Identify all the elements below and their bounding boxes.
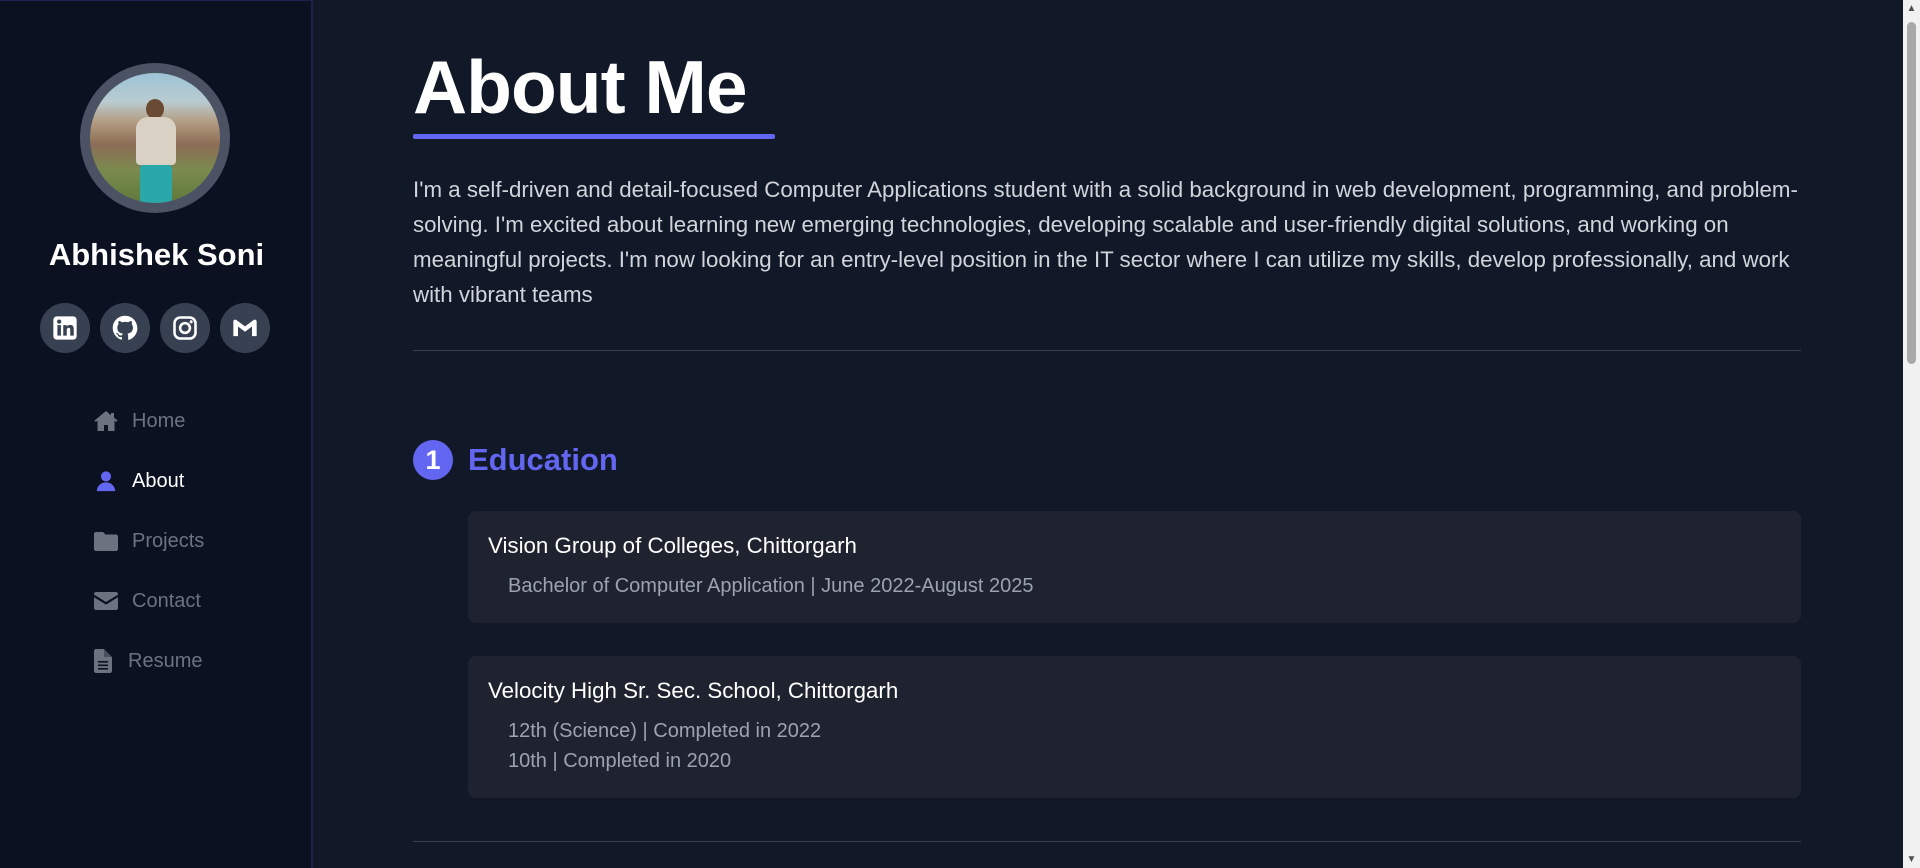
nav-label-resume: Resume [128, 649, 203, 672]
scrollbar-thumb[interactable] [1907, 22, 1916, 364]
nav-item-contact[interactable]: Contact [94, 571, 204, 631]
nav-label-home: Home [132, 409, 186, 432]
gmail-link[interactable] [220, 303, 270, 353]
nav-item-projects[interactable]: Projects [94, 511, 204, 571]
education-card: Vision Group of Colleges, Chittorgarh Ba… [468, 511, 1801, 623]
linkedin-link[interactable] [40, 303, 90, 353]
degree-line: 12th (Science) | Completed in 2022 [508, 720, 822, 742]
file-icon [94, 649, 118, 673]
education-title: Education [468, 442, 618, 477]
github-icon [112, 315, 138, 340]
education-header: 1 Education [413, 440, 618, 480]
scroll-up-arrow-icon[interactable]: ▲ [1903, 0, 1920, 17]
sidebar-nav: Home About Projects Contact Resume [94, 391, 204, 691]
degree-line: Bachelor of Computer Application | June … [508, 575, 1034, 597]
sidebar: Abhishek Soni Home About Projects Contac… [0, 0, 313, 868]
photo-person-body [136, 117, 176, 165]
nav-item-about[interactable]: About [94, 451, 204, 511]
profile-photo [90, 73, 220, 203]
linkedin-icon [53, 316, 77, 340]
envelope-icon [94, 589, 122, 613]
nav-label-projects: Projects [132, 529, 205, 552]
education-card: Velocity High Sr. Sec. School, Chittorga… [468, 656, 1801, 798]
school-name: Velocity High Sr. Sec. School, Chittorga… [488, 678, 899, 703]
home-icon [94, 409, 122, 433]
divider [413, 841, 1801, 842]
gmail-icon [233, 319, 257, 337]
nav-label-contact: Contact [132, 589, 201, 612]
nav-item-home[interactable]: Home [94, 391, 204, 451]
page-title: About Me [413, 45, 748, 129]
nav-item-resume[interactable]: Resume [94, 631, 204, 691]
degree-line: 10th | Completed in 2020 [508, 750, 732, 772]
folder-icon [94, 529, 122, 553]
profile-name: Abhishek Soni [48, 237, 265, 272]
scroll-down-arrow-icon[interactable]: ▼ [1903, 851, 1920, 868]
social-links [40, 303, 270, 353]
school-name: Vision Group of Colleges, Chittorgarh [488, 533, 857, 558]
bio-paragraph: I'm a self-driven and detail-focused Com… [413, 177, 1798, 307]
main-content: About Me I'm a self-driven and detail-fo… [413, 0, 1801, 868]
avatar [80, 63, 230, 213]
user-icon [94, 469, 122, 493]
divider [413, 350, 1801, 351]
instagram-icon [173, 316, 197, 340]
section-number-badge: 1 [413, 440, 453, 480]
photo-person-legs [140, 165, 172, 203]
github-link[interactable] [100, 303, 150, 353]
scrollbar[interactable]: ▲ ▼ [1903, 0, 1920, 868]
instagram-link[interactable] [160, 303, 210, 353]
nav-label-about: About [132, 469, 185, 492]
photo-person-head [146, 99, 164, 119]
title-underline [413, 134, 775, 139]
